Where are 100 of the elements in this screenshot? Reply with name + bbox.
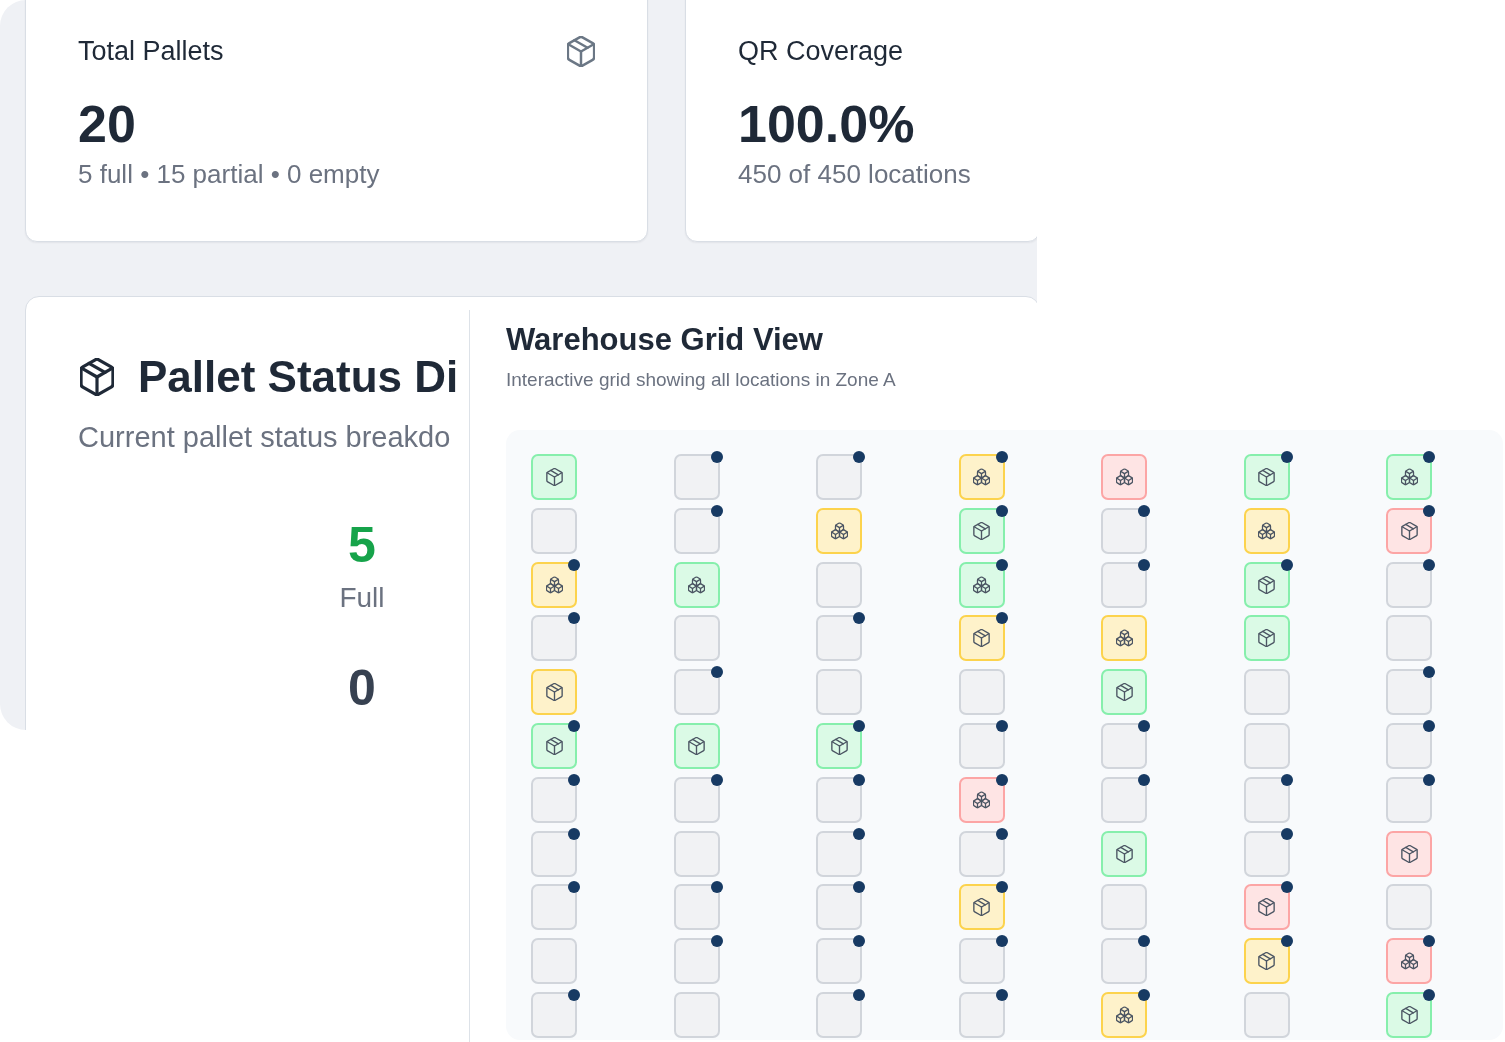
location-tile[interactable] [1386,991,1432,1038]
location-tile[interactable] [816,991,862,1038]
location-tile[interactable] [531,830,577,877]
location-tile[interactable] [1243,507,1290,554]
location-tile[interactable] [816,454,862,500]
box-icon [1258,468,1275,486]
location-tile[interactable] [816,830,862,877]
location-tile[interactable] [673,991,720,1038]
location-tile[interactable] [958,561,1005,608]
location-tile[interactable] [531,884,577,931]
location-tile[interactable] [531,561,577,608]
stacked-boxes-icon [1115,629,1133,648]
location-tile[interactable] [673,723,720,769]
location-tile[interactable] [673,454,720,500]
location-tile[interactable] [531,669,577,716]
location-tile[interactable] [816,723,862,769]
location-tile[interactable] [1243,991,1290,1038]
location-tile[interactable] [816,615,862,662]
location-tile[interactable] [958,507,1005,554]
card-value: 100.0% [738,96,915,152]
box-icon [545,683,563,702]
section-title: Pallet Status Di [138,351,459,403]
location-tile[interactable] [1101,561,1147,608]
stacked-boxes-icon [1400,952,1418,971]
stat-value: 0 [348,660,376,716]
box-icon [973,521,990,540]
location-tile[interactable] [1386,507,1432,554]
location-tile[interactable] [816,507,862,554]
location-tile[interactable] [531,723,577,769]
location-tile[interactable] [1101,884,1147,931]
card-detail: 450 of 450 locations [738,158,971,190]
location-tile[interactable] [1386,830,1432,877]
location-tile[interactable] [1386,615,1432,662]
location-tile[interactable] [673,669,720,716]
location-tile[interactable] [1243,938,1290,985]
location-tile[interactable] [1243,884,1290,931]
location-tile[interactable] [531,507,577,554]
location-tile[interactable] [1243,830,1290,877]
location-tile[interactable] [816,669,862,716]
box-icon [973,629,990,648]
location-tile[interactable] [531,776,577,823]
stacked-boxes-icon [545,575,563,594]
location-tile[interactable] [816,884,862,931]
location-tile[interactable] [673,938,720,985]
location-tile[interactable] [1101,991,1147,1038]
stacked-boxes-icon [1115,468,1133,486]
location-tile[interactable] [958,454,1005,500]
location-tile[interactable] [958,938,1005,985]
location-tile[interactable] [958,830,1005,877]
location-tile[interactable] [1101,454,1147,500]
location-tile[interactable] [958,669,1005,716]
location-tile[interactable] [1243,561,1290,608]
location-tile[interactable] [1243,454,1290,500]
location-tile[interactable] [1101,938,1147,985]
location-tile[interactable] [816,938,862,985]
location-tile[interactable] [958,615,1005,662]
location-tile[interactable] [673,507,720,554]
location-tile[interactable] [531,991,577,1038]
location-tile[interactable] [673,884,720,931]
location-tile[interactable] [1101,615,1147,662]
location-tile[interactable] [1386,454,1432,500]
location-tile[interactable] [1386,669,1432,716]
location-tile[interactable] [1101,830,1147,877]
location-tile[interactable] [1386,938,1432,985]
location-tile[interactable] [1101,669,1147,716]
location-tile[interactable] [1243,776,1290,823]
stat-label: Full [339,581,385,615]
box-icon [545,737,563,755]
card-detail: 5 full • 15 partial • 0 empty [78,158,380,190]
stacked-boxes-icon [688,575,705,594]
stacked-boxes-icon [830,521,848,540]
location-tile[interactable] [1243,669,1290,716]
location-tile[interactable] [531,454,577,500]
location-tile[interactable] [1101,776,1147,823]
location-tile[interactable] [1101,507,1147,554]
location-tile[interactable] [816,776,862,823]
box-icon [1400,844,1418,863]
location-tile[interactable] [1243,615,1290,662]
location-tile[interactable] [673,776,720,823]
location-tile[interactable] [1386,776,1432,823]
box-icon [1258,575,1275,594]
location-tile[interactable] [673,615,720,662]
location-tile[interactable] [958,991,1005,1038]
location-tile[interactable] [1386,561,1432,608]
location-tile[interactable] [1386,884,1432,931]
location-tile[interactable] [958,723,1005,769]
location-tile[interactable] [673,830,720,877]
box-icon [545,468,563,486]
grid-subtitle: Interactive grid showing all locations in Zone A [506,368,896,392]
location-tile[interactable] [958,776,1005,823]
location-tile[interactable] [958,884,1005,931]
location-tile[interactable] [1386,723,1432,769]
location-tile[interactable] [531,938,577,985]
location-tile[interactable] [1243,723,1290,769]
location-tile[interactable] [816,561,862,608]
card-title: QR Coverage [738,35,904,68]
location-tile[interactable] [1101,723,1147,769]
card-title: Total Pallets [78,35,224,68]
location-tile[interactable] [531,615,577,662]
location-tile[interactable] [673,561,720,608]
